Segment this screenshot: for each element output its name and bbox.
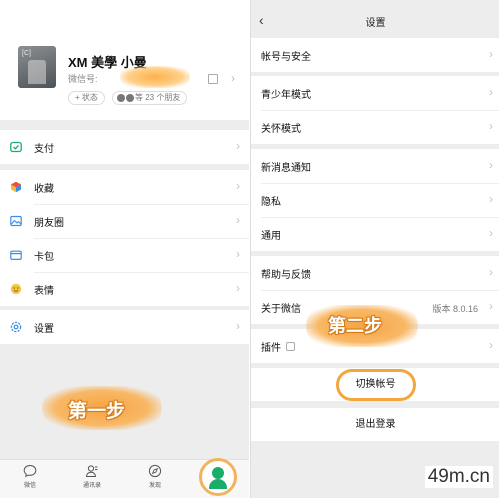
settings-item-label: 新消息通知 xyxy=(261,162,311,174)
avatar[interactable]: [C] xyxy=(18,46,56,88)
friends-status-pill[interactable]: 等 23 个朋友 xyxy=(112,91,188,105)
friends-count-label: 等 23 个朋友 xyxy=(135,93,181,102)
chevron-right-icon: › xyxy=(489,47,493,61)
menu-group-pay: 支付 › xyxy=(0,130,249,164)
menu-item-label: 卡包 xyxy=(34,251,54,263)
wallet-icon xyxy=(10,250,22,260)
gear-icon xyxy=(10,321,22,333)
tab-me[interactable] xyxy=(199,458,237,496)
tab-label: 通讯录 xyxy=(82,483,101,489)
menu-item-cards[interactable]: 卡包 › xyxy=(0,238,249,272)
version-value: 版本 8.0.16 xyxy=(432,304,478,314)
menu-item-label: 收藏 xyxy=(34,183,54,195)
tab-contacts[interactable]: 通讯录 xyxy=(72,464,112,489)
avatar-label: [C] xyxy=(22,50,31,57)
friend-avatar-icon xyxy=(126,94,134,102)
chat-bubble-icon xyxy=(23,464,37,478)
settings-item-privacy[interactable]: 隐私 › xyxy=(251,183,499,217)
tab-chats[interactable]: 微信 xyxy=(10,464,50,489)
chevron-right-icon: › xyxy=(489,119,493,133)
me-person-icon xyxy=(212,467,224,479)
settings-item-care-mode[interactable]: 关怀模式 › xyxy=(251,110,499,144)
avatar-figure xyxy=(28,60,46,84)
wxid-redaction xyxy=(120,66,190,88)
settings-group-general: 新消息通知 › 隐私 › 通用 › xyxy=(251,149,499,251)
chevron-right-icon: › xyxy=(489,226,493,240)
smiley-icon xyxy=(10,283,22,295)
switch-account-highlight-ring xyxy=(336,369,416,401)
chevron-right-icon: › xyxy=(231,71,235,85)
profile-card[interactable]: [C] XM 美學 小曼 微信号: › + 状态 等 23 个朋友 xyxy=(0,0,249,120)
settings-item-label: 帐号与安全 xyxy=(261,51,311,63)
wxid-label: 微信号: xyxy=(68,74,98,84)
watermark: 49m.cn xyxy=(424,466,493,488)
chevron-right-icon: › xyxy=(489,299,493,313)
shield-icon xyxy=(286,341,295,351)
menu-item-moments[interactable]: 朋友圈 › xyxy=(0,204,249,238)
settings-item-label: 关怀模式 xyxy=(261,123,301,135)
logout-button[interactable]: 退出登录 xyxy=(251,408,499,441)
settings-item-account-security[interactable]: 帐号与安全 › xyxy=(251,38,499,72)
settings-group-modes: 青少年模式 › 关怀模式 › xyxy=(251,76,499,144)
settings-item-teen-mode[interactable]: 青少年模式 › xyxy=(251,76,499,110)
settings-item-help[interactable]: 帮助与反馈 › xyxy=(251,256,499,290)
settings-item-label: 隐私 xyxy=(261,196,281,208)
menu-item-pay[interactable]: 支付 › xyxy=(0,130,249,164)
chevron-right-icon: › xyxy=(489,158,493,172)
menu-item-label: 设置 xyxy=(34,323,54,335)
settings-page: ‹ 设置 帐号与安全 › 青少年模式 › 关怀模式 › 新消息通知 › 隐私 ›… xyxy=(250,0,499,498)
settings-item-label: 关于微信 xyxy=(261,303,301,315)
menu-group-settings: 设置 › xyxy=(0,310,249,344)
tab-discover[interactable]: 发现 xyxy=(135,464,175,489)
settings-item-label: 青少年模式 xyxy=(261,89,311,101)
menu-item-favorites[interactable]: 收藏 › xyxy=(0,170,249,204)
page-title: 设置 xyxy=(365,18,386,29)
chevron-right-icon: › xyxy=(236,281,240,295)
chevron-right-icon: › xyxy=(236,319,240,333)
moments-picture-icon xyxy=(10,215,22,227)
favorites-cube-icon xyxy=(11,181,21,193)
me-page: [C] XM 美學 小曼 微信号: › + 状态 等 23 个朋友 支付 › 收… xyxy=(0,0,249,498)
settings-item-label: 帮助与反馈 xyxy=(261,269,311,281)
friend-avatar-icon xyxy=(117,94,125,102)
chevron-right-icon: › xyxy=(236,179,240,193)
chevron-right-icon: › xyxy=(489,265,493,279)
menu-group-main: 收藏 › 朋友圈 › 卡包 › 表情 › xyxy=(0,170,249,306)
settings-item-label: 通用 xyxy=(261,230,281,242)
chevron-right-icon: › xyxy=(236,247,240,261)
menu-item-label: 朋友圈 xyxy=(34,217,64,229)
settings-item-notifications[interactable]: 新消息通知 › xyxy=(251,149,499,183)
contacts-icon xyxy=(85,465,98,477)
me-person-body xyxy=(209,479,227,489)
step-two-label: 第二步 xyxy=(328,316,382,336)
qr-code-icon[interactable] xyxy=(208,74,218,84)
chevron-right-icon: › xyxy=(489,85,493,99)
settings-item-label: 插件 xyxy=(261,342,281,354)
compass-icon xyxy=(148,464,162,478)
settings-group-account: 帐号与安全 › xyxy=(251,38,499,72)
step-one-label: 第一步 xyxy=(68,401,126,422)
status-button[interactable]: + 状态 xyxy=(68,91,105,105)
tab-label: 微信 xyxy=(23,483,36,489)
pay-icon xyxy=(10,141,22,153)
menu-item-stickers[interactable]: 表情 › xyxy=(0,272,249,306)
menu-item-label: 支付 xyxy=(34,143,54,155)
chevron-right-icon: › xyxy=(236,139,240,153)
chevron-right-icon: › xyxy=(489,192,493,206)
menu-item-settings[interactable]: 设置 › xyxy=(0,310,249,344)
tab-label: 发现 xyxy=(148,483,161,489)
chevron-right-icon: › xyxy=(236,213,240,227)
chevron-right-icon: › xyxy=(489,338,493,352)
menu-item-label: 表情 xyxy=(34,285,54,297)
navigation-bar: ‹ 设置 xyxy=(251,0,499,38)
settings-item-general[interactable]: 通用 › xyxy=(251,217,499,251)
